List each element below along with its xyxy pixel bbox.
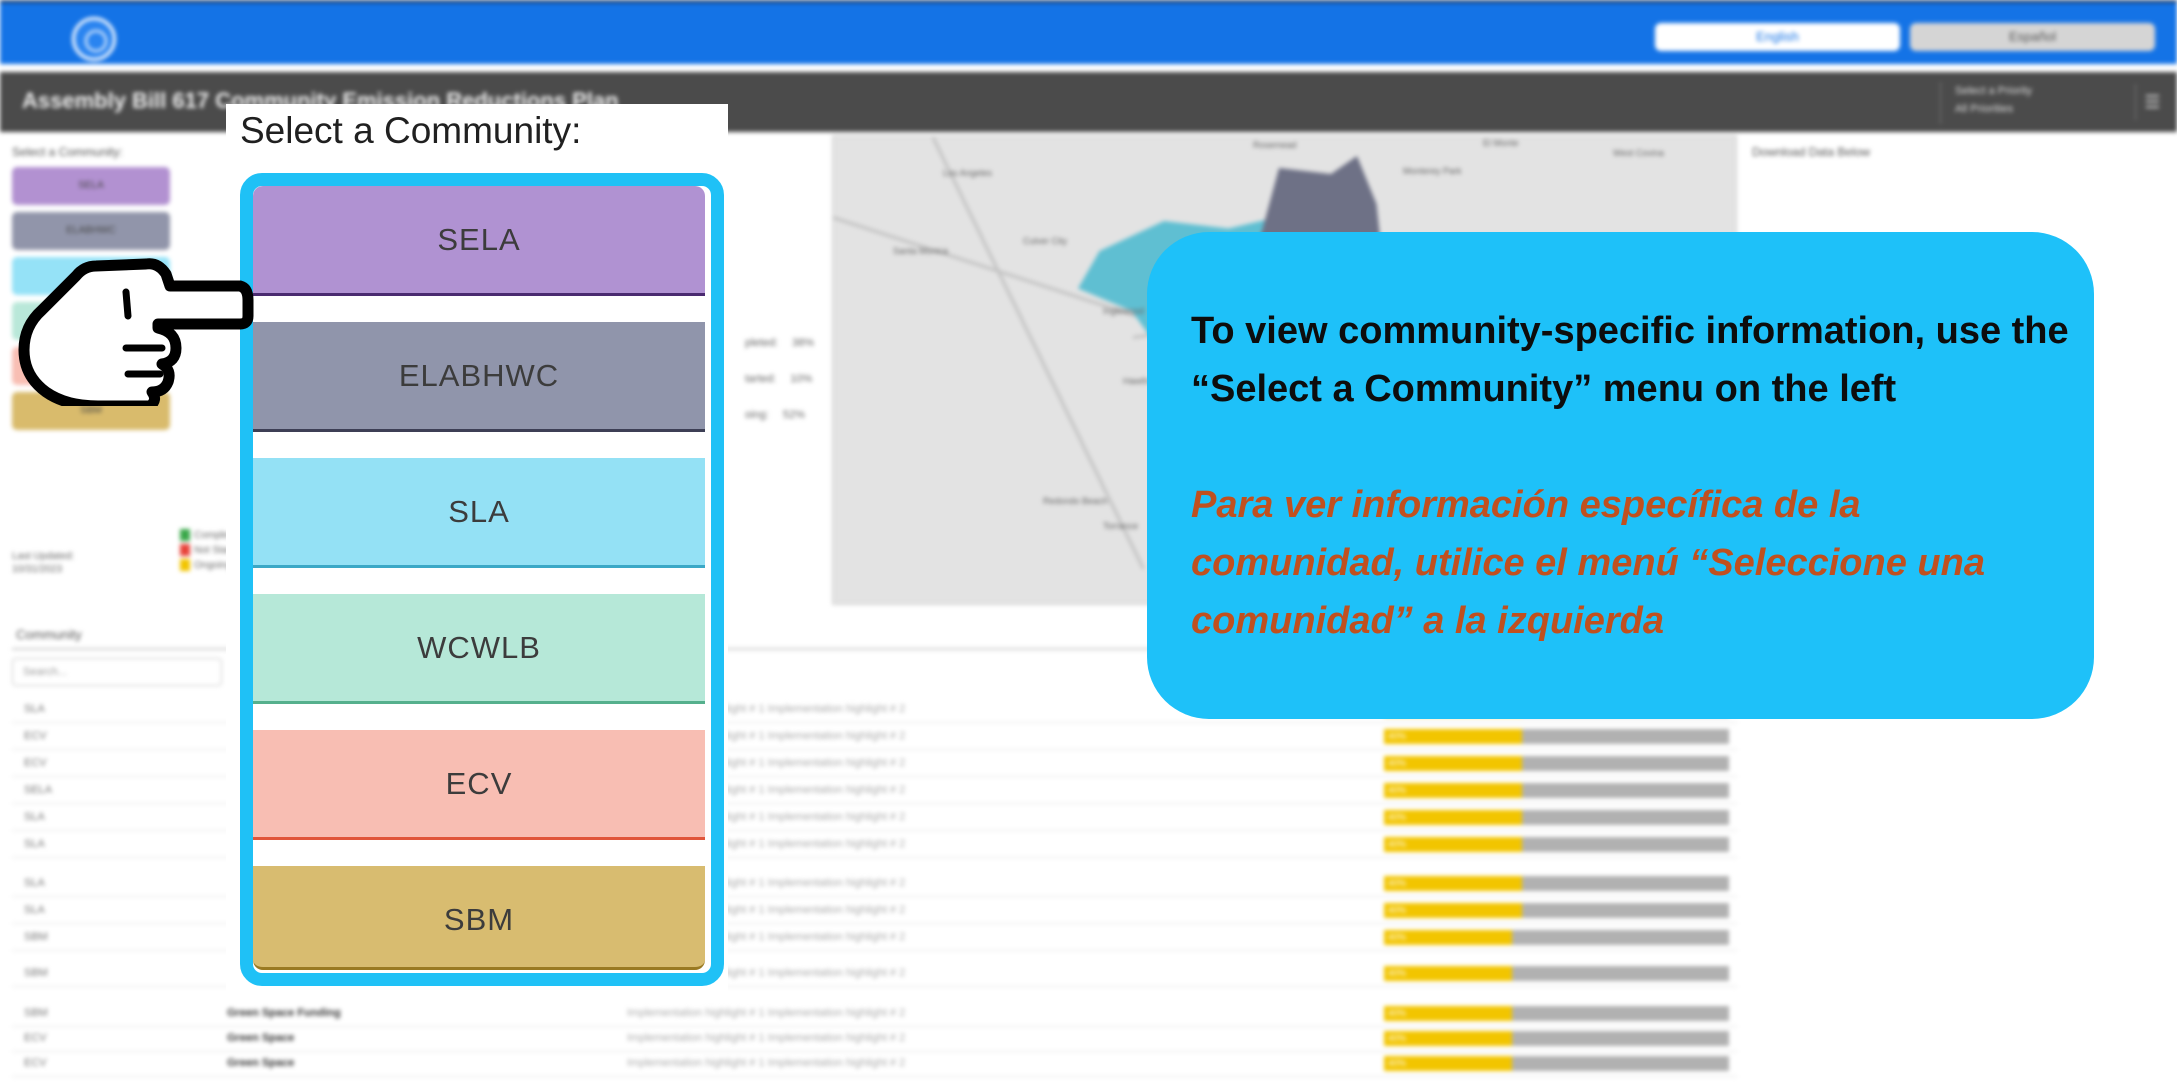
row-progress-bar: 40% — [1384, 876, 1729, 891]
row-progress-fill: 40% — [1384, 1006, 1512, 1021]
pointing-hand-icon — [18, 258, 254, 406]
download-label: Download Data Below — [1752, 145, 1871, 159]
table-search-input[interactable]: Search... — [12, 658, 222, 686]
hamburger-menu-icon[interactable]: ☰ — [2135, 84, 2169, 120]
top-navbar: English Español — [0, 0, 2177, 64]
agency-logo-icon — [72, 17, 116, 61]
row-progress-bar: 40% — [1384, 1056, 1729, 1071]
stat-row: pleted: 38% — [745, 325, 814, 361]
row-community: ECV — [24, 1032, 47, 1044]
row-project-name: Green Space — [227, 1032, 295, 1044]
legend-swatch — [180, 544, 190, 557]
map-place-label: Inglewood — [1103, 306, 1145, 316]
row-community: SLA — [24, 703, 45, 715]
row-community: SBM — [24, 967, 48, 979]
row-progress-bar: 40% — [1384, 810, 1729, 825]
priority-value: All Priorities — [1955, 103, 2014, 115]
row-progress-fill: 40% — [1384, 756, 1522, 771]
community-button-sla[interactable]: SLA — [253, 458, 705, 568]
instruction-callout: To view community-specific information, … — [1147, 232, 2094, 719]
row-project-name: Green Space — [227, 1057, 295, 1069]
community-button-sela[interactable]: SELA — [253, 186, 705, 296]
row-progress-fill: 40% — [1384, 810, 1522, 825]
row-community: ECV — [24, 730, 47, 742]
map-place-label: Los Angeles — [943, 168, 993, 178]
row-community: SBM — [24, 931, 48, 943]
map-place-label: Rosemead — [1253, 140, 1297, 150]
row-community: SBM — [24, 1007, 48, 1019]
row-project-name: Green Space Funding — [227, 1007, 341, 1019]
row-progress-fill: 40% — [1384, 903, 1522, 918]
row-progress-bar: 40% — [1384, 903, 1729, 918]
stat-row: oing: 52% — [745, 397, 814, 433]
row-progress-fill: 40% — [1384, 930, 1512, 945]
row-progress-fill: 40% — [1384, 1031, 1512, 1046]
row-progress-fill: 40% — [1384, 876, 1522, 891]
table-row[interactable]: SBM Green Space Funding Implementation hig… — [12, 1000, 1737, 1027]
row-progress-fill: 40% — [1384, 966, 1512, 981]
map-place-label: Monterey Park — [1403, 166, 1462, 176]
row-progress-bar: 40% — [1384, 1006, 1729, 1021]
row-community: SLA — [24, 811, 45, 823]
row-progress-fill: 40% — [1384, 783, 1522, 798]
row-highlights: Implementation highlight # 1 Implementat… — [627, 1007, 906, 1019]
table-row[interactable]: ECV Green Space Implementation highlight #… — [12, 1025, 1737, 1052]
community-button-wcwlb[interactable]: WCWLB — [253, 594, 705, 704]
map-place-label: El Monte — [1483, 138, 1519, 148]
last-updated-value: 10/31/2023 — [12, 564, 63, 575]
spanish-button[interactable]: Español — [1910, 23, 2155, 51]
legend-swatch — [180, 559, 190, 572]
row-progress-fill: 40% — [1384, 729, 1522, 744]
row-progress-fill: 40% — [1384, 1056, 1512, 1071]
row-progress-bar: 40% — [1384, 930, 1729, 945]
stat-label: tarted: — [745, 373, 777, 385]
map-place-label: Santa Monica — [893, 246, 949, 256]
status-stats: pleted: 38% tarted: 10% oing: 52% — [745, 325, 814, 433]
map-place-label: West Covina — [1613, 148, 1664, 158]
sidebar-item-sela[interactable]: SELA — [12, 167, 170, 205]
map-place-label: Torrance — [1103, 521, 1139, 531]
stat-value: 10% — [790, 373, 813, 385]
instruction-text-english: To view community-specific information, … — [1191, 310, 2069, 410]
row-progress-bar: 40% — [1384, 966, 1729, 981]
row-progress-bar: 40% — [1384, 729, 1729, 744]
stat-label: pleted: — [745, 337, 779, 349]
community-button-sbm[interactable]: SBM — [253, 866, 705, 970]
row-progress-bar: 40% — [1384, 783, 1729, 798]
row-progress-bar: 40% — [1384, 837, 1729, 852]
map-road — [931, 136, 1145, 570]
sidebar-label: Select a Community: — [12, 145, 123, 159]
priority-selector[interactable]: Select a Priority All Priorities — [1940, 82, 2032, 124]
row-progress-bar: 40% — [1384, 756, 1729, 771]
instruction-text-spanish: Para ver información específica de la co… — [1191, 484, 1985, 642]
table-row[interactable]: ECV Green Space Implementation highlight #… — [12, 1050, 1737, 1077]
row-community: SELA — [24, 784, 53, 796]
row-community: SLA — [24, 838, 45, 850]
community-button-ecv[interactable]: ECV — [253, 730, 705, 840]
map-place-label: Culver City — [1023, 236, 1068, 246]
row-community: SLA — [24, 877, 45, 889]
map-place-label: Redondo Beach — [1043, 496, 1108, 506]
stat-label: oing: — [745, 409, 769, 421]
community-button-elabhwc[interactable]: ELABHWC — [253, 322, 705, 432]
row-highlights: Implementation highlight # 1 Implementat… — [627, 1057, 906, 1069]
row-community: ECV — [24, 1057, 47, 1069]
row-progress-bar: 40% — [1384, 1031, 1729, 1046]
stat-row: tarted: 10% — [745, 361, 814, 397]
row-community: SLA — [24, 904, 45, 916]
last-updated: Last Updated: 10/31/2023 — [12, 550, 74, 576]
legend-swatch — [180, 529, 190, 542]
community-menu-title: Select a Community: — [240, 110, 582, 151]
row-community: ECV — [24, 757, 47, 769]
english-button[interactable]: English — [1655, 23, 1900, 51]
priority-label: Select a Priority — [1955, 85, 2033, 97]
row-highlights: Implementation highlight # 1 Implementat… — [627, 1032, 906, 1044]
stat-value: 38% — [792, 337, 815, 349]
last-updated-label: Last Updated: — [12, 551, 75, 562]
stat-value: 52% — [782, 409, 805, 421]
sidebar-item-elabhwc[interactable]: ELABHWC — [12, 212, 170, 250]
row-progress-fill: 40% — [1384, 837, 1522, 852]
